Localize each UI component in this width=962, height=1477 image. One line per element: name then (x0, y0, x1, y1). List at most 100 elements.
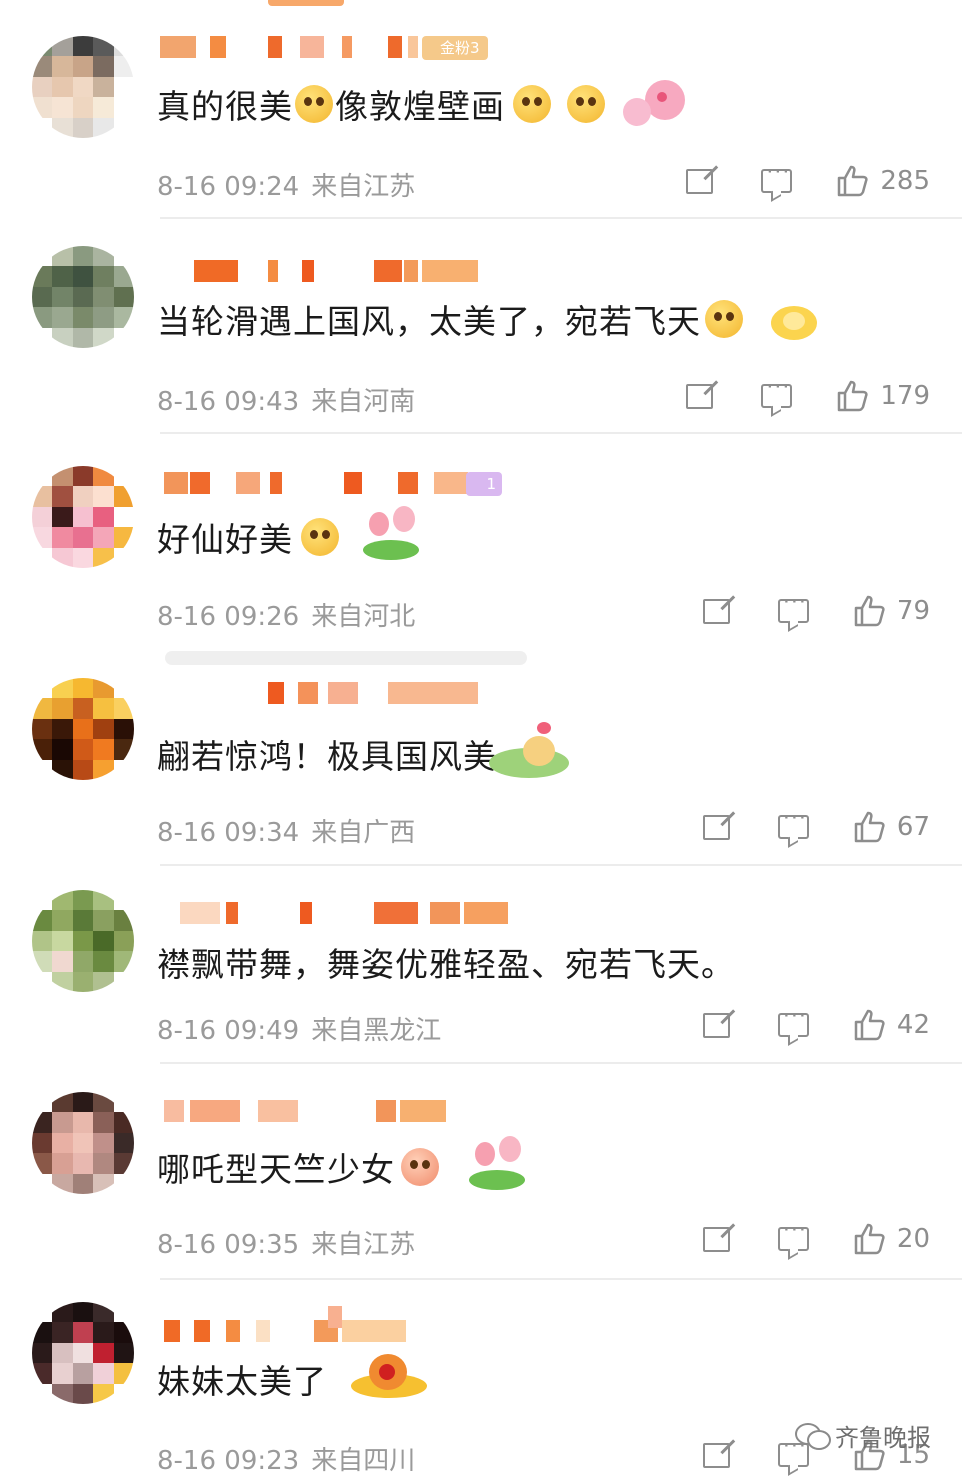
like-button[interactable]: 20 (853, 1222, 930, 1256)
like-count: 285 (880, 166, 930, 196)
avatar[interactable] (32, 1092, 134, 1194)
username-blurred[interactable]: 金粉3 (160, 36, 520, 60)
scroll-indicator (165, 651, 527, 665)
divider (160, 432, 962, 434)
tulip-sticker (355, 506, 429, 568)
reply-icon[interactable] (777, 806, 809, 839)
comment-text: 翩若惊鸿！极具国风美 (157, 722, 577, 786)
like-count: 79 (896, 596, 930, 626)
comment-time: 8-16 09:26 (157, 602, 300, 632)
peach-blossom-sticker (617, 76, 697, 132)
comment-actions: 67 (702, 806, 930, 844)
fan-badge: 金粉3 (422, 36, 488, 60)
avatar[interactable] (32, 36, 134, 138)
thumbs-up-icon (838, 380, 868, 412)
username-blurred[interactable] (160, 1306, 520, 1344)
pleading-face-emoji (567, 85, 605, 123)
comment-meta: 8-16 09:23 来自四川 (157, 1440, 415, 1477)
zongzi-sticker (481, 722, 577, 786)
rainbow-face-emoji (295, 85, 333, 123)
divider (160, 864, 962, 866)
comment-time: 8-16 09:49 (157, 1016, 300, 1046)
comment-time: 8-16 09:34 (157, 818, 300, 848)
thumbs-up-icon (854, 1009, 885, 1041)
comment-text: 妹妹太美了 (157, 1350, 431, 1408)
username-blurred[interactable]: 1 (160, 472, 520, 496)
comment-actions: 285 (686, 160, 930, 198)
like-button[interactable]: 67 (853, 810, 930, 844)
comment-location: 来自河南 (311, 387, 416, 417)
comment-time: 8-16 09:24 (157, 172, 300, 202)
reply-icon[interactable] (777, 1004, 809, 1037)
like-count: 20 (896, 1224, 930, 1254)
like-button[interactable]: 179 (836, 379, 930, 413)
comment-time: 8-16 09:23 (157, 1446, 300, 1476)
reply-icon[interactable] (761, 375, 793, 408)
tulip-sticker (461, 1136, 535, 1198)
reply-icon[interactable] (777, 1218, 809, 1251)
comment-location: 来自江苏 (311, 172, 416, 202)
comment-time: 8-16 09:35 (157, 1230, 300, 1260)
comment-location: 来自黑龙江 (311, 1016, 442, 1046)
reply-icon[interactable] (777, 590, 809, 623)
share-icon[interactable] (702, 814, 730, 840)
gold-gem-sticker (765, 294, 825, 344)
comment-text: 好仙好美 (157, 506, 429, 568)
active-tab-indicator (268, 0, 344, 6)
laughing-face-emoji (401, 1148, 439, 1186)
comment-meta: 8-16 09:26 来自河北 (157, 596, 415, 633)
comment-meta: 8-16 09:49 来自黑龙江 (157, 1010, 441, 1047)
pleading-face-emoji (513, 85, 551, 123)
like-count: 179 (880, 381, 930, 411)
comment-actions: 79 (702, 590, 930, 628)
watermark-text: 齐鲁晚报 (835, 1424, 931, 1452)
thumbs-up-icon (854, 811, 885, 843)
heart-face-emoji (301, 518, 339, 556)
avatar[interactable] (32, 246, 134, 348)
comment-actions: 20 (702, 1218, 930, 1256)
divider (160, 1278, 962, 1280)
username-blurred[interactable] (160, 682, 520, 706)
username-blurred[interactable] (160, 1100, 520, 1124)
avatar[interactable] (32, 1302, 134, 1404)
comment-meta: 8-16 09:24 来自江苏 (157, 166, 415, 203)
publisher-watermark: 齐鲁晚报 (795, 1418, 931, 1453)
avatar[interactable] (32, 890, 134, 992)
like-button[interactable]: 79 (853, 594, 930, 628)
ufo-sticker (347, 1350, 431, 1408)
avatar[interactable] (32, 678, 134, 780)
comment-actions: 179 (686, 375, 930, 413)
share-icon[interactable] (702, 598, 730, 624)
wechat-icon (795, 1422, 831, 1450)
comment-text: 真的很美 像敦煌壁画 (157, 76, 697, 132)
share-icon[interactable] (702, 1012, 730, 1038)
comment-text: 哪吒型天竺少女 (157, 1136, 535, 1198)
share-icon[interactable] (702, 1226, 730, 1252)
thumbs-up-icon (854, 595, 885, 627)
comment-meta: 8-16 09:43 来自河南 (157, 381, 415, 418)
comment-text: 当轮滑遇上国风，太美了，宛若飞天 (157, 294, 825, 344)
comment-location: 来自河北 (311, 602, 416, 632)
avatar[interactable] (32, 466, 134, 568)
username-blurred[interactable] (160, 260, 520, 284)
divider (160, 217, 962, 219)
comment-location: 来自广西 (311, 818, 416, 848)
share-icon[interactable] (702, 1442, 730, 1468)
like-button[interactable]: 285 (836, 164, 930, 198)
thumbs-up-icon (854, 1223, 885, 1255)
like-count: 42 (896, 1010, 930, 1040)
comment-time: 8-16 09:43 (157, 387, 300, 417)
comment-location: 来自江苏 (311, 1230, 416, 1260)
comment-text: 襟飘带舞，舞姿优雅轻盈、宛若飞天。 (157, 945, 735, 984)
rainbow-face-emoji (705, 300, 743, 338)
comment-meta: 8-16 09:34 来自广西 (157, 812, 415, 849)
comment-location: 来自四川 (311, 1446, 416, 1476)
reply-icon[interactable] (761, 160, 793, 193)
username-blurred[interactable] (160, 902, 520, 926)
thumbs-up-icon (838, 165, 868, 197)
comment-actions: 42 (702, 1004, 930, 1042)
share-icon[interactable] (686, 168, 714, 194)
like-button[interactable]: 42 (853, 1008, 930, 1042)
level-badge: 1 (466, 472, 502, 496)
share-icon[interactable] (686, 383, 714, 409)
